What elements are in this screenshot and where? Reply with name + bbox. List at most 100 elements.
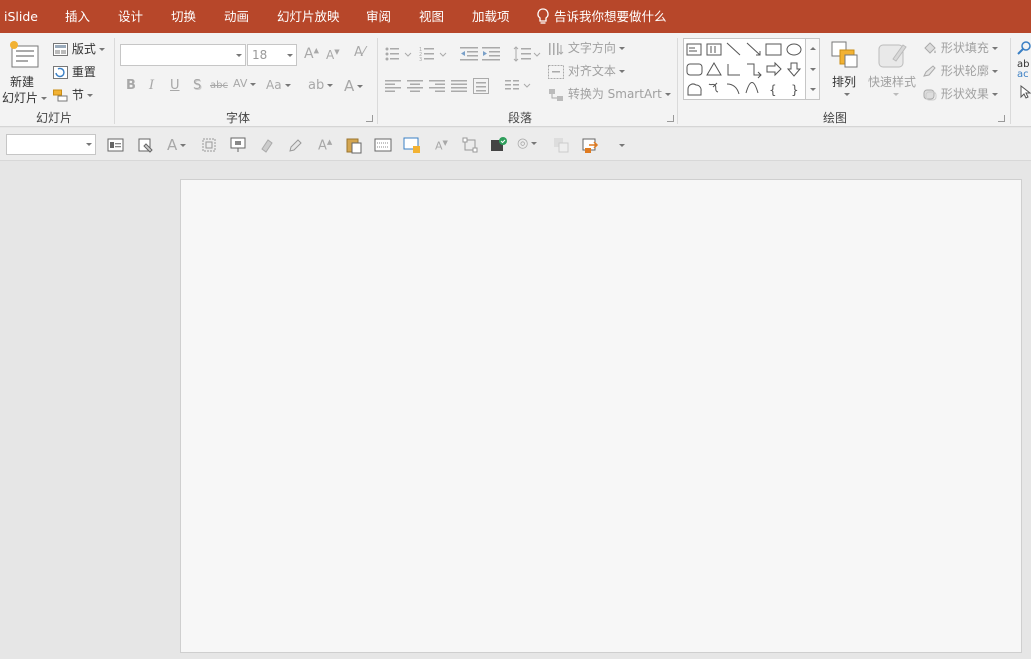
columns-icon[interactable] <box>505 79 533 93</box>
reset-button[interactable]: 重置 <box>53 63 96 80</box>
shape-fill-button[interactable]: 形状填充 <box>922 39 998 56</box>
tell-me-text: 告诉我你想要做什么 <box>554 9 667 24</box>
resize-icon[interactable] <box>461 136 479 154</box>
font-size-value: 18 <box>252 48 268 62</box>
font-name-combo[interactable] <box>120 44 246 66</box>
strikethrough-button[interactable]: abc <box>210 80 228 91</box>
new-slide-label-1: 新建 <box>10 75 35 89</box>
ribbon: 新建 幻灯片 版式 重置 节 幻灯片 18 A▲ A▼ A⁄ B I U S a… <box>0 33 1031 127</box>
decrease-indent-icon[interactable] <box>460 46 478 61</box>
paragraph-group-label: 段落 <box>508 111 533 125</box>
highlight-color-button[interactable]: ab <box>308 78 334 93</box>
tab-insert[interactable]: 插入 <box>65 0 90 33</box>
paragraph-dialog-launcher-icon[interactable] <box>667 115 674 122</box>
font-style-icon[interactable]: A <box>167 136 187 154</box>
align-text-label: 对齐文本 <box>567 64 616 78</box>
eyedropper-icon[interactable] <box>287 136 305 154</box>
layout-button[interactable]: 版式 <box>53 40 105 57</box>
font-size-combo[interactable]: 18 <box>247 44 297 66</box>
svg-text:3: 3 <box>419 57 422 61</box>
reset-label: 重置 <box>71 65 96 79</box>
align-text-icon <box>548 64 564 79</box>
font-group-label: 字体 <box>226 111 251 125</box>
shape-outline-button[interactable]: 形状轮廓 <box>922 62 998 79</box>
export-icon[interactable] <box>582 136 600 154</box>
grow-font-button[interactable]: A▲ <box>304 46 319 62</box>
pencil-icon <box>923 65 936 77</box>
increase-indent-icon[interactable] <box>482 46 500 61</box>
underline-button[interactable]: U <box>170 78 180 93</box>
group-icon[interactable] <box>552 136 570 154</box>
italic-button[interactable]: I <box>149 78 154 93</box>
drawing-dialog-launcher-icon[interactable] <box>998 115 1005 122</box>
arrange-icon <box>831 41 858 68</box>
select-cursor-icon[interactable] <box>1020 85 1031 99</box>
screen-icon[interactable] <box>403 136 421 154</box>
new-slide-icon <box>10 41 39 68</box>
shapes-gallery[interactable]: { } <box>683 38 806 100</box>
section-label: 节 <box>71 88 84 102</box>
arrange-button[interactable]: 排列 <box>829 39 861 103</box>
line-spacing-icon[interactable] <box>513 46 541 62</box>
text-shrink-icon[interactable]: A▼ <box>435 139 448 153</box>
more-shapes-icon[interactable] <box>810 88 816 91</box>
shape-effects-button[interactable]: 形状效果 <box>922 85 998 102</box>
tab-islide[interactable]: iSlide <box>4 0 38 33</box>
align-center-icon[interactable] <box>407 80 423 92</box>
bold-button[interactable]: B <box>126 78 136 93</box>
char-spacing-button[interactable]: AV <box>233 77 257 90</box>
distributed-icon[interactable] <box>473 78 489 94</box>
text-direction-button[interactable]: 文字方向 <box>548 39 625 56</box>
align-right-icon[interactable] <box>429 80 445 92</box>
customize-toolbar-icon[interactable] <box>619 144 625 147</box>
tab-addins[interactable]: 加载项 <box>472 0 510 33</box>
image-check-icon[interactable] <box>490 136 508 154</box>
paint-bucket-icon <box>924 42 936 54</box>
tab-review[interactable]: 审阅 <box>366 0 391 33</box>
change-case-button[interactable]: Aa <box>266 78 291 92</box>
shapes-scrollbar[interactable] <box>806 38 820 100</box>
eraser-icon[interactable] <box>258 136 276 154</box>
font-size-icon[interactable]: A▲ <box>318 138 332 153</box>
align-left-icon[interactable] <box>385 80 401 92</box>
new-slide-button[interactable]: 新建 幻灯片 <box>2 37 48 105</box>
replace-button[interactable]: ab ac <box>1017 60 1029 80</box>
bullets-icon[interactable] <box>385 47 413 61</box>
shapes-icon: { } <box>686 42 802 97</box>
align-text-button[interactable]: 对齐文本 <box>548 62 625 79</box>
scroll-down-icon[interactable] <box>810 68 816 71</box>
shape-effects-label: 形状效果 <box>940 87 989 101</box>
tab-animations[interactable]: 动画 <box>224 0 249 33</box>
paste-icon[interactable] <box>345 136 363 154</box>
shadow-button[interactable]: S <box>193 78 201 93</box>
quick-toolbar-combo[interactable] <box>6 134 96 155</box>
section-button[interactable]: 节 <box>53 86 93 103</box>
textbox-icon[interactable] <box>107 136 125 154</box>
presentation-icon[interactable] <box>229 136 247 154</box>
tab-view[interactable]: 视图 <box>419 0 444 33</box>
tab-slideshow[interactable]: 幻灯片放映 <box>277 0 340 33</box>
numbering-icon[interactable]: 123 <box>419 47 449 61</box>
slide-thumbnails-pane[interactable] <box>0 162 180 659</box>
font-color-button[interactable]: A <box>344 77 364 95</box>
justify-icon[interactable] <box>451 80 467 92</box>
slide-canvas[interactable] <box>180 179 1022 653</box>
scroll-up-icon[interactable] <box>810 47 816 50</box>
chevron-down-icon <box>86 143 92 146</box>
section-icon <box>53 89 68 102</box>
chevron-down-icon <box>236 54 242 57</box>
merge-shapes-icon[interactable]: ◎ <box>517 136 538 151</box>
tab-transitions[interactable]: 切换 <box>171 0 196 33</box>
layout-label: 版式 <box>71 42 96 56</box>
font-dialog-launcher-icon[interactable] <box>366 115 373 122</box>
arrange-label: 排列 <box>832 75 857 89</box>
convert-smartart-button[interactable]: 转换为 SmartArt <box>548 85 671 102</box>
tab-design[interactable]: 设计 <box>118 0 143 33</box>
find-icon[interactable] <box>1017 41 1031 55</box>
clear-format-icon[interactable]: A⁄ <box>354 45 365 60</box>
crop-icon[interactable] <box>200 136 218 154</box>
format-painter-icon[interactable] <box>137 136 155 154</box>
shrink-font-button[interactable]: A▼ <box>326 48 340 62</box>
quick-styles-button[interactable]: 快速样式 <box>866 39 918 103</box>
layout-grid-icon[interactable] <box>374 136 392 154</box>
